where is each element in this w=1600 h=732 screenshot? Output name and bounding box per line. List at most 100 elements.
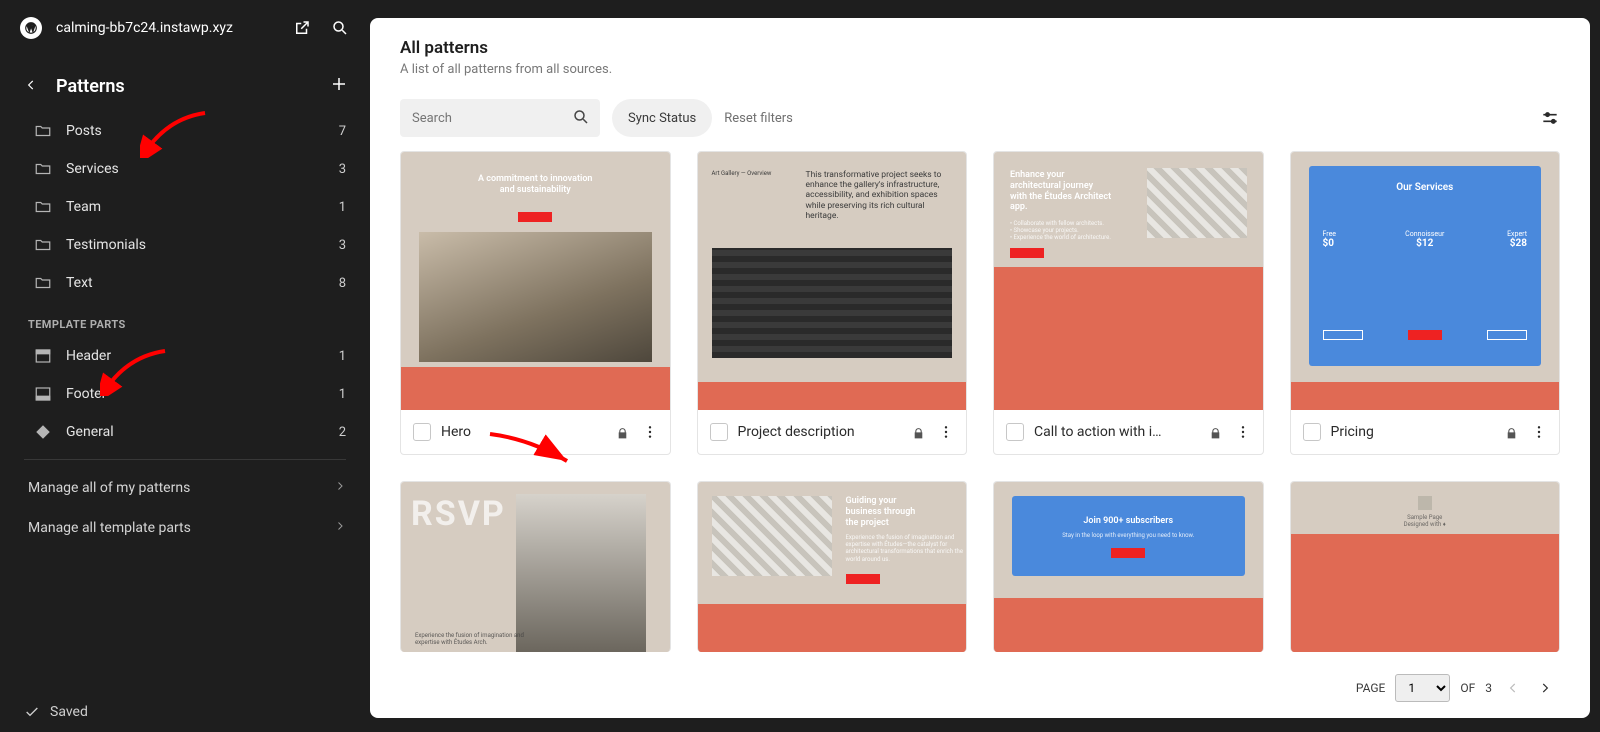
sidebar-item-footer[interactable]: Footer 1	[0, 375, 370, 413]
card-actions-button[interactable]	[1233, 422, 1253, 442]
add-pattern-button[interactable]	[330, 74, 348, 98]
saved-label: Saved	[50, 704, 88, 720]
select-checkbox[interactable]	[1303, 423, 1321, 441]
sidebar-item-label: Services	[66, 161, 339, 177]
content-panel: All patterns A list of all patterns from…	[370, 18, 1590, 718]
sidebar-link-label: Manage all of my patterns	[28, 480, 190, 496]
pager-page-select[interactable]: 1	[1395, 674, 1450, 702]
filter-settings-icon[interactable]	[1540, 108, 1560, 128]
pattern-card[interactable]: Art Gallery — Overview This transformati…	[697, 151, 968, 455]
pattern-grid: A commitment to innovationand sustainabi…	[400, 151, 1560, 652]
sidebar-item-general[interactable]: General 2	[0, 413, 370, 451]
select-checkbox[interactable]	[413, 423, 431, 441]
sidebar: Patterns Posts 7 Services 3 Team 1	[0, 56, 370, 732]
sidebar-item-count: 8	[339, 276, 346, 291]
chevron-right-icon	[334, 480, 346, 496]
lock-icon	[912, 425, 926, 439]
card-actions-button[interactable]	[640, 422, 660, 442]
pattern-preview: Join 900+ subscribers Stay in the loop w…	[994, 482, 1263, 652]
sidebar-item-team[interactable]: Team 1	[0, 188, 370, 226]
sidebar-item-count: 1	[339, 200, 346, 215]
lock-icon	[1505, 425, 1519, 439]
sidebar-item-label: Footer	[66, 386, 339, 402]
sidebar-item-count: 7	[339, 124, 346, 139]
sidebar-item-posts[interactable]: Posts 7	[0, 112, 370, 150]
pattern-preview: Art Gallery — Overview This transformati…	[698, 152, 967, 410]
sidebar-item-count: 3	[339, 238, 346, 253]
sidebar-item-header[interactable]: Header 1	[0, 337, 370, 375]
sidebar-item-text[interactable]: Text 8	[0, 264, 370, 302]
card-actions-button[interactable]	[1529, 422, 1549, 442]
pattern-card[interactable]: Join 900+ subscribers Stay in the loop w…	[993, 481, 1264, 652]
folder-icon	[34, 274, 52, 292]
search-field[interactable]	[400, 99, 600, 137]
lock-icon	[1209, 425, 1223, 439]
pattern-preview: Guiding yourbusiness throughthe project …	[698, 482, 967, 652]
pattern-card[interactable]: RSVP Experience the fusion of imaginatio…	[400, 481, 671, 652]
sync-status-filter[interactable]: Sync Status	[612, 99, 712, 137]
pattern-preview: Sample PageDesigned with ♦	[1291, 482, 1560, 652]
pattern-card[interactable]: Enhance yourarchitectural journeywith th…	[993, 151, 1264, 455]
open-external-icon[interactable]	[292, 18, 312, 38]
footer-icon	[34, 385, 52, 403]
pattern-preview: RSVP Experience the fusion of imaginatio…	[401, 482, 670, 652]
page-title: All patterns	[400, 38, 1560, 58]
pager-of-value: 3	[1485, 681, 1492, 695]
manage-patterns-link[interactable]: Manage all of my patterns	[0, 468, 370, 508]
sidebar-item-testimonials[interactable]: Testimonials 3	[0, 226, 370, 264]
sidebar-item-label: General	[66, 424, 339, 440]
pager-prev-button[interactable]	[1502, 677, 1524, 699]
folder-icon	[34, 122, 52, 140]
pattern-name: Pricing	[1331, 424, 1496, 440]
search-icon	[572, 108, 590, 126]
sidebar-item-services[interactable]: Services 3	[0, 150, 370, 188]
folder-icon	[34, 236, 52, 254]
site-name[interactable]: calming-bb7c24.instawp.xyz	[56, 20, 292, 36]
pattern-card[interactable]: Our Services Free$0 Connoisseur$12 Exper…	[1290, 151, 1561, 455]
sidebar-section-template-parts: TEMPLATE PARTS	[0, 302, 370, 337]
page-subtitle: A list of all patterns from all sources.	[400, 62, 1560, 77]
saved-indicator: Saved	[0, 692, 370, 732]
sidebar-item-count: 1	[339, 387, 346, 402]
pattern-preview: Our Services Free$0 Connoisseur$12 Exper…	[1291, 152, 1560, 410]
sidebar-item-count: 1	[339, 349, 346, 364]
sidebar-divider	[24, 459, 346, 460]
pattern-preview: A commitment to innovationand sustainabi…	[401, 152, 670, 410]
reset-filters-link[interactable]: Reset filters	[724, 111, 793, 126]
sidebar-item-label: Testimonials	[66, 237, 339, 253]
sidebar-item-label: Posts	[66, 123, 339, 139]
wordpress-logo-icon[interactable]	[20, 17, 42, 39]
sidebar-title: Patterns	[56, 76, 330, 97]
select-checkbox[interactable]	[1006, 423, 1024, 441]
pattern-card[interactable]: Guiding yourbusiness throughthe project …	[697, 481, 968, 652]
pagination: PAGE 1 OF 3	[1352, 668, 1560, 708]
sidebar-link-label: Manage all template parts	[28, 520, 191, 536]
folder-icon	[34, 160, 52, 178]
admin-topbar: calming-bb7c24.instawp.xyz	[0, 0, 370, 56]
pattern-name: Hero	[441, 424, 606, 440]
pattern-name: Project description	[738, 424, 903, 440]
sidebar-item-count: 3	[339, 162, 346, 177]
search-input[interactable]	[400, 99, 600, 137]
select-checkbox[interactable]	[710, 423, 728, 441]
chevron-right-icon	[334, 520, 346, 536]
folder-icon	[34, 198, 52, 216]
sidebar-item-label: Header	[66, 348, 339, 364]
sidebar-item-label: Text	[66, 275, 339, 291]
header-icon	[34, 347, 52, 365]
pattern-card[interactable]: Sample PageDesigned with ♦	[1290, 481, 1561, 652]
pattern-name: Call to action with i…	[1034, 424, 1199, 440]
pattern-preview: Enhance yourarchitectural journeywith th…	[994, 152, 1263, 410]
back-icon[interactable]	[24, 78, 40, 94]
lock-icon	[616, 425, 630, 439]
card-actions-button[interactable]	[936, 422, 956, 442]
manage-template-parts-link[interactable]: Manage all template parts	[0, 508, 370, 548]
pager-page-label: PAGE	[1356, 681, 1386, 695]
sidebar-item-count: 2	[339, 425, 346, 440]
toolbar: Sync Status Reset filters	[370, 93, 1590, 151]
sidebar-item-label: Team	[66, 199, 339, 215]
pager-next-button[interactable]	[1534, 677, 1556, 699]
search-icon[interactable]	[330, 18, 350, 38]
diamond-icon	[34, 423, 52, 441]
pattern-card[interactable]: A commitment to innovationand sustainabi…	[400, 151, 671, 455]
